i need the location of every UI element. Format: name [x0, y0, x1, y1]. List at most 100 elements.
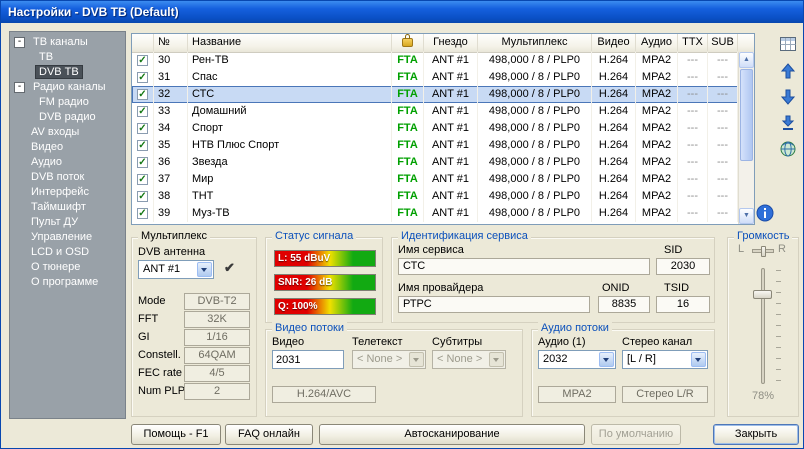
- sidebar-item[interactable]: Аудио: [10, 155, 125, 170]
- stereo-combobox[interactable]: [L / R]: [622, 350, 708, 369]
- table-scrollbar[interactable]: ▲ ▼: [738, 52, 754, 224]
- signal-status-group: Статус сигнала L: 55 dBuV SNR: 26 dB Q: …: [265, 237, 383, 323]
- help-button[interactable]: Помощь - F1: [131, 424, 221, 445]
- sidebar-item[interactable]: AV входы: [10, 125, 125, 140]
- chevron-down-icon[interactable]: [599, 352, 614, 367]
- cell-fta: FTA: [392, 52, 424, 69]
- row-checkbox[interactable]: ✓: [132, 137, 154, 154]
- row-checkbox[interactable]: ✓: [132, 205, 154, 222]
- cell-video: H.264: [592, 120, 636, 137]
- sidebar-item[interactable]: DVB радио: [10, 110, 125, 125]
- cell-audio: MPA2: [636, 120, 678, 137]
- mux-mode-label: Mode: [138, 295, 166, 307]
- header-mux[interactable]: Мультиплекс: [478, 34, 592, 51]
- row-checkbox[interactable]: ✓: [132, 69, 154, 86]
- window-title: Настройки - DVB ТВ (Default): [8, 5, 179, 19]
- header-num[interactable]: №: [154, 34, 188, 51]
- row-checkbox[interactable]: ✓: [132, 52, 154, 69]
- sidebar-item[interactable]: Управление: [10, 230, 125, 245]
- sidebar-item[interactable]: Интерфейс: [10, 185, 125, 200]
- cell-video: H.264: [592, 171, 636, 188]
- table-row[interactable]: ✓37МирFTAANT #1498,000 / 8 / PLP0H.264MP…: [132, 171, 738, 188]
- scrollbar-thumb[interactable]: [740, 69, 753, 161]
- header-name[interactable]: Название: [188, 34, 392, 51]
- table-row[interactable]: ✓38ТНТFTAANT #1498,000 / 8 / PLP0H.264MP…: [132, 188, 738, 205]
- sidebar-item[interactable]: О программе: [10, 275, 125, 290]
- row-checkbox[interactable]: ✓: [132, 120, 154, 137]
- row-checkbox[interactable]: ✓: [132, 103, 154, 120]
- cell-video: H.264: [592, 86, 636, 103]
- faq-button[interactable]: FAQ онлайн: [225, 424, 313, 445]
- sidebar-item[interactable]: Таймшифт: [10, 200, 125, 215]
- cell-fta: FTA: [392, 69, 424, 86]
- sidebar-item[interactable]: DVB ТВ: [10, 65, 125, 80]
- table-row[interactable]: ✓33ДомашнийFTAANT #1498,000 / 8 / PLP0H.…: [132, 103, 738, 120]
- antenna-combobox[interactable]: ANT #1: [138, 260, 214, 279]
- header-access[interactable]: [392, 34, 424, 51]
- tree-collapse-icon[interactable]: -: [14, 37, 25, 48]
- header-ttx[interactable]: TTX: [678, 34, 708, 51]
- sidebar-item-label: Аудио: [28, 156, 65, 168]
- sidebar-item[interactable]: Пульт ДУ: [10, 215, 125, 230]
- chevron-down-icon[interactable]: [691, 352, 706, 367]
- teletext-combobox-value: < None >: [357, 353, 402, 365]
- cell-audio: MPA2: [636, 205, 678, 222]
- row-checkbox[interactable]: ✓: [132, 86, 154, 103]
- sidebar-item[interactable]: О тюнере: [10, 260, 125, 275]
- header-audio[interactable]: Аудио: [636, 34, 678, 51]
- video-group-title: Видео потоки: [272, 322, 347, 334]
- sidebar-item[interactable]: -ТВ каналы: [10, 35, 125, 50]
- cell-sub: ---: [708, 154, 738, 171]
- cell-name: Звезда: [188, 154, 392, 171]
- table-row[interactable]: ✓35НТВ Плюс СпортFTAANT #1498,000 / 8 / …: [132, 137, 738, 154]
- header-checkbox-col[interactable]: [132, 34, 154, 51]
- channel-grid-icon[interactable]: [775, 37, 801, 59]
- sidebar-item[interactable]: FM радио: [10, 95, 125, 110]
- cell-socket: ANT #1: [424, 154, 478, 171]
- cell-audio: MPA2: [636, 52, 678, 69]
- scroll-down-icon[interactable]: ▼: [739, 208, 754, 224]
- signal-quality-bar: Q: 100%: [274, 298, 376, 315]
- sidebar-item[interactable]: ТВ: [10, 50, 125, 65]
- sidebar-item[interactable]: Видео: [10, 140, 125, 155]
- move-up-icon[interactable]: [775, 63, 801, 85]
- web-icon[interactable]: [775, 141, 801, 163]
- table-row[interactable]: ✓31СпасFTAANT #1498,000 / 8 / PLP0H.264M…: [132, 69, 738, 86]
- row-checkbox[interactable]: ✓: [132, 171, 154, 188]
- chevron-down-icon[interactable]: [197, 262, 212, 277]
- row-checkbox[interactable]: ✓: [132, 188, 154, 205]
- volume-slider-thumb[interactable]: [753, 290, 772, 299]
- cell-name: Домашний: [188, 103, 392, 120]
- titlebar[interactable]: Настройки - DVB ТВ (Default): [1, 1, 803, 23]
- sidebar-item[interactable]: LCD и OSD: [10, 245, 125, 260]
- table-row[interactable]: ✓32СТСFTAANT #1498,000 / 8 / PLP0H.264MP…: [132, 86, 738, 103]
- sidebar-item-label: ТВ: [36, 51, 56, 63]
- cell-sub: ---: [708, 205, 738, 222]
- autoscan-button[interactable]: Автосканирование: [319, 424, 585, 445]
- move-down-icon[interactable]: [775, 89, 801, 111]
- sidebar-item[interactable]: DVB поток: [10, 170, 125, 185]
- row-checkbox[interactable]: ✓: [132, 154, 154, 171]
- header-socket[interactable]: Гнездо: [424, 34, 478, 51]
- table-row[interactable]: ✓34СпортFTAANT #1498,000 / 8 / PLP0H.264…: [132, 120, 738, 137]
- info-icon[interactable]: [756, 204, 774, 222]
- audio-pid-combobox[interactable]: 2032: [538, 350, 616, 369]
- video-pid-input[interactable]: [272, 350, 344, 369]
- table-row[interactable]: ✓30Рен-ТВFTAANT #1498,000 / 8 / PLP0H.26…: [132, 52, 738, 69]
- balance-slider-thumb[interactable]: [761, 246, 766, 257]
- table-row[interactable]: ✓39Муз-ТВFTAANT #1498,000 / 8 / PLP0H.26…: [132, 205, 738, 222]
- cell-sub: ---: [708, 69, 738, 86]
- table-row[interactable]: ✓36ЗвездаFTAANT #1498,000 / 8 / PLP0H.26…: [132, 154, 738, 171]
- balance-slider[interactable]: [752, 249, 774, 253]
- cell-sub: ---: [708, 120, 738, 137]
- sidebar-item[interactable]: -Радио каналы: [10, 80, 125, 95]
- sidebar-item-label: О тюнере: [28, 261, 83, 273]
- volume-slider[interactable]: [761, 268, 765, 384]
- tree-collapse-icon[interactable]: -: [14, 82, 25, 93]
- close-button[interactable]: Закрыть: [713, 424, 799, 445]
- header-video[interactable]: Видео: [592, 34, 636, 51]
- scroll-up-icon[interactable]: ▲: [739, 52, 754, 68]
- move-to-bottom-icon[interactable]: [775, 115, 801, 137]
- header-sub[interactable]: SUB: [708, 34, 738, 51]
- audio-codec-field: MPA2: [538, 386, 616, 403]
